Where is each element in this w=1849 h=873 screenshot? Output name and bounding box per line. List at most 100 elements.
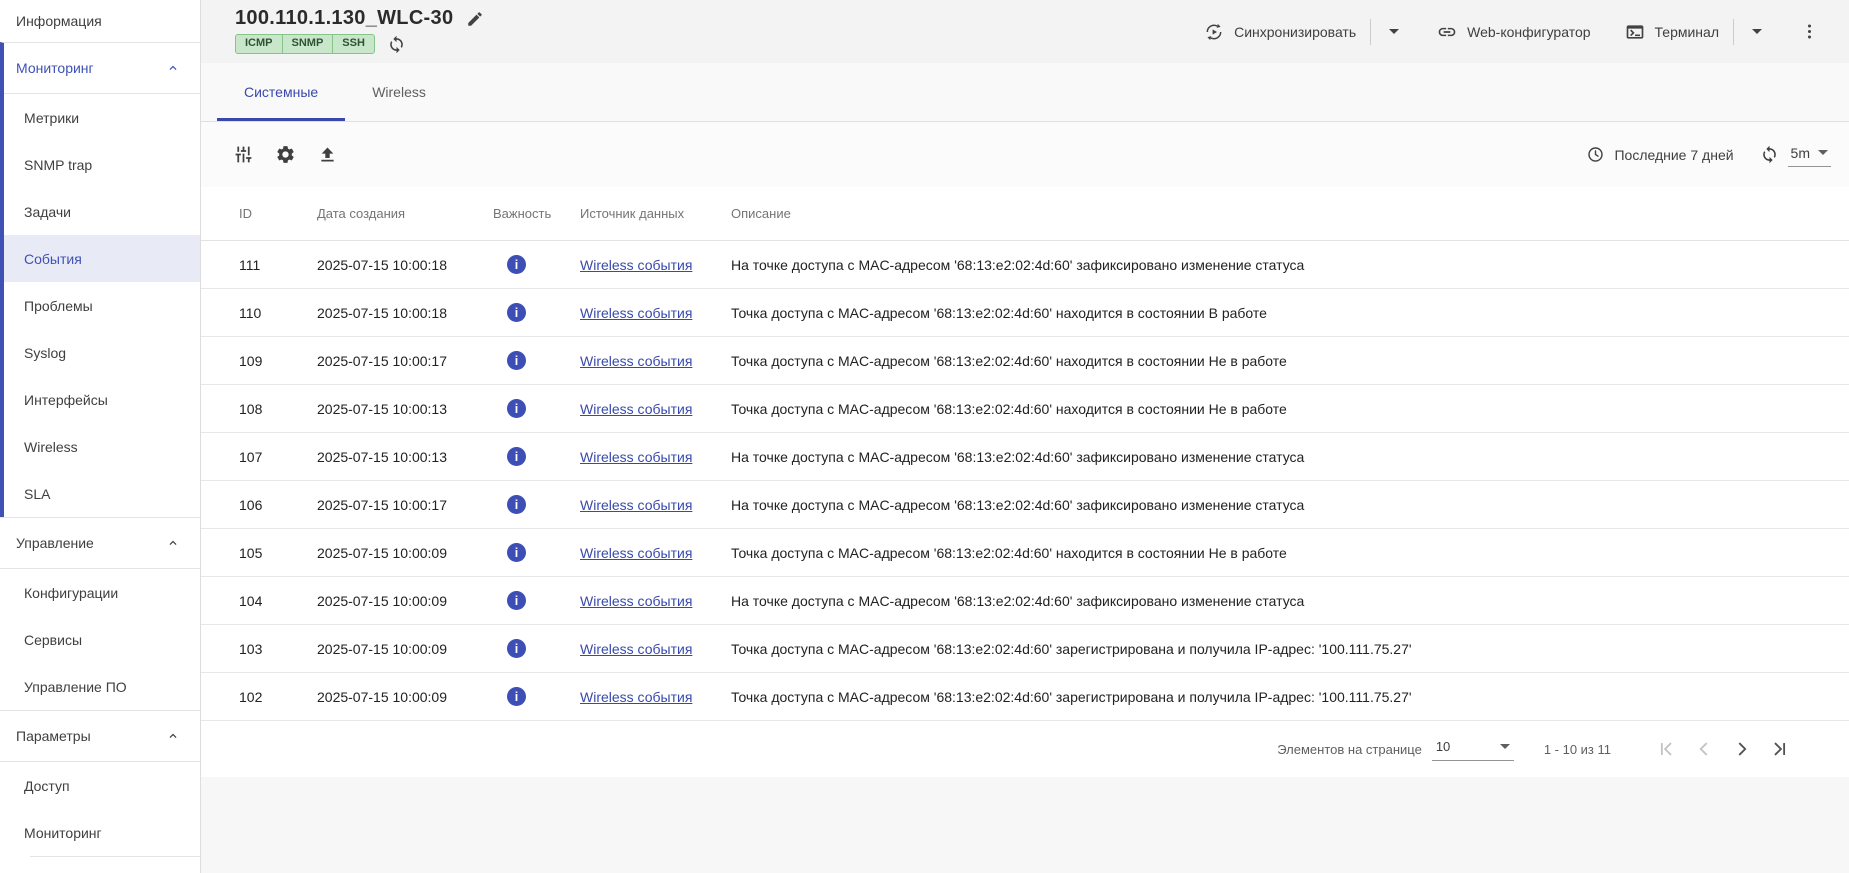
sync-button[interactable]: Синхронизировать <box>1204 22 1356 42</box>
cell-source: Wireless события <box>566 305 717 321</box>
sidebar-item[interactable]: SNMP trap <box>4 141 200 188</box>
cell-created: 2025-07-15 10:00:09 <box>303 641 479 657</box>
sidebar-section-label: Параметры <box>16 728 91 744</box>
cell-source: Wireless события <box>566 689 717 705</box>
export-button[interactable] <box>317 144 338 165</box>
source-link[interactable]: Wireless события <box>580 257 692 273</box>
cell-source: Wireless события <box>566 593 717 609</box>
sidebar-item[interactable]: Мониторинг <box>0 809 200 856</box>
sidebar-section: Параметры ДоступМониторинг <box>0 710 200 856</box>
sidebar-item[interactable]: События <box>4 235 200 282</box>
source-link[interactable]: Wireless события <box>580 449 692 465</box>
sidebar-item[interactable]: Конфигурации <box>0 569 200 616</box>
pencil-icon <box>466 10 484 28</box>
table-row[interactable]: 1052025-07-15 10:00:09Wireless событияТо… <box>201 529 1849 577</box>
sidebar-section-header[interactable]: Параметры <box>0 711 200 762</box>
last-page-button[interactable] <box>1767 736 1793 762</box>
kebab-menu-icon <box>1800 22 1819 41</box>
terminal-dropdown-button[interactable] <box>1748 25 1766 38</box>
refresh-status-button[interactable] <box>387 35 406 54</box>
tab-label: Wireless <box>372 84 426 100</box>
source-link[interactable]: Wireless события <box>580 641 692 657</box>
sidebar-item[interactable]: Задачи <box>4 188 200 235</box>
source-link[interactable]: Wireless события <box>580 545 692 561</box>
sidebar-item[interactable]: Метрики <box>4 94 200 141</box>
terminal-button[interactable]: Терминал <box>1625 22 1719 42</box>
source-link[interactable]: Wireless события <box>580 593 692 609</box>
cell-created: 2025-07-15 10:00:13 <box>303 401 479 417</box>
auto-refresh-control: 5m <box>1760 143 1831 167</box>
filter-button[interactable] <box>233 144 254 165</box>
table-row[interactable]: 1072025-07-15 10:00:13Wireless событияНа… <box>201 433 1849 481</box>
info-severity-icon <box>507 255 526 274</box>
cell-id: 106 <box>225 497 303 513</box>
table-row[interactable]: 1112025-07-15 10:00:18Wireless событияНа… <box>201 241 1849 289</box>
edit-title-button[interactable] <box>466 10 484 28</box>
cell-description: Точка доступа с MAC-адресом '68:13:e2:02… <box>717 545 1825 561</box>
cell-source: Wireless события <box>566 641 717 657</box>
protocol-badge: SSH <box>332 34 375 54</box>
webconfig-button[interactable]: Web-конфигуратор <box>1437 22 1590 42</box>
sidebar-item[interactable]: Доступ <box>0 762 200 809</box>
sync-button-group: Синхронизировать <box>1204 19 1403 45</box>
sidebar-section-header[interactable]: Мониторинг <box>4 43 200 94</box>
first-page-button[interactable] <box>1653 736 1679 762</box>
refresh-button[interactable] <box>1760 145 1779 164</box>
source-link[interactable]: Wireless события <box>580 689 692 705</box>
cell-description: Точка доступа с MAC-адресом '68:13:e2:02… <box>717 641 1825 657</box>
info-severity-icon <box>507 447 526 466</box>
sidebar-item[interactable]: Интерфейсы <box>4 376 200 423</box>
sidebar-item[interactable]: Проблемы <box>4 282 200 329</box>
cell-description: На точке доступа с MAC-адресом '68:13:e2… <box>717 497 1825 513</box>
source-link[interactable]: Wireless события <box>580 305 692 321</box>
table-row[interactable]: 1062025-07-15 10:00:17 Wireless события На… <box>201 481 1849 529</box>
sidebar-section-header[interactable]: Управление <box>0 518 200 569</box>
sidebar-item[interactable]: Syslog <box>4 329 200 376</box>
page-title: 100.110.1.130_WLC-30 <box>235 7 453 30</box>
table-body: 1112025-07-15 10:00:18Wireless событияНа… <box>201 241 1849 721</box>
cell-created: 2025-07-15 10:00:17 <box>303 497 479 513</box>
time-range-button[interactable]: Последние 7 дней <box>1586 145 1733 164</box>
source-link[interactable]: Wireless события <box>580 401 692 417</box>
chevron-left-icon <box>1693 738 1715 760</box>
source-link[interactable]: Wireless события <box>580 497 692 513</box>
refresh-icon <box>1760 145 1779 164</box>
page-background <box>201 777 1849 873</box>
cell-id: 105 <box>225 545 303 561</box>
sync-dropdown-button[interactable] <box>1385 25 1403 38</box>
refresh-interval-select[interactable]: 5m <box>1788 143 1831 167</box>
caret-down-icon <box>1500 744 1510 749</box>
sidebar-item[interactable]: SLA <box>4 470 200 517</box>
page-header: 100.110.1.130_WLC-30 ICMP SNMP SSH <box>201 0 1849 63</box>
more-menu-button[interactable] <box>1800 22 1819 41</box>
table-row[interactable]: 1082025-07-15 10:00:13Wireless событияТо… <box>201 385 1849 433</box>
next-page-button[interactable] <box>1729 736 1755 762</box>
sidebar-item[interactable]: Управление ПО <box>0 663 200 710</box>
source-link[interactable]: Wireless события <box>580 353 692 369</box>
table-row[interactable]: 1102025-07-15 10:00:18Wireless событияТо… <box>201 289 1849 337</box>
items-per-page-select[interactable]: 10 <box>1432 737 1514 761</box>
prev-page-button[interactable] <box>1691 736 1717 762</box>
table-row[interactable]: 1022025-07-15 10:00:09Wireless событияТо… <box>201 673 1849 721</box>
tab-wireless-events[interactable]: Wireless <box>345 63 453 121</box>
column-header: ID <box>225 206 303 221</box>
divider <box>1733 19 1734 45</box>
sidebar-section: УправлениеКонфигурацииСервисыУправление … <box>0 517 200 710</box>
clock-icon <box>1586 145 1605 164</box>
tab-system-events[interactable]: Системные <box>217 63 345 121</box>
sync-button-label: Синхронизировать <box>1234 24 1356 40</box>
cell-severity <box>479 303 566 322</box>
sidebar-item[interactable]: Сервисы <box>0 616 200 663</box>
settings-button[interactable] <box>275 144 296 165</box>
webconfig-button-label: Web-конфигуратор <box>1467 24 1590 40</box>
caret-down-icon <box>1389 29 1399 34</box>
table-row[interactable]: 1092025-07-15 10:00:17Wireless событияТо… <box>201 337 1849 385</box>
table-row[interactable]: 1042025-07-15 10:00:09Wireless событияНа… <box>201 577 1849 625</box>
sidebar-item[interactable]: Wireless <box>4 423 200 470</box>
main-content: 100.110.1.130_WLC-30 ICMP SNMP SSH <box>201 0 1849 873</box>
sidebar-item[interactable]: Информация <box>0 0 200 42</box>
table-row[interactable]: 1032025-07-15 10:00:09Wireless событияТо… <box>201 625 1849 673</box>
cell-description: На точке доступа с MAC-адресом '68:13:e2… <box>717 257 1825 273</box>
info-severity-icon <box>507 687 526 706</box>
chevron-right-icon <box>1731 738 1753 760</box>
